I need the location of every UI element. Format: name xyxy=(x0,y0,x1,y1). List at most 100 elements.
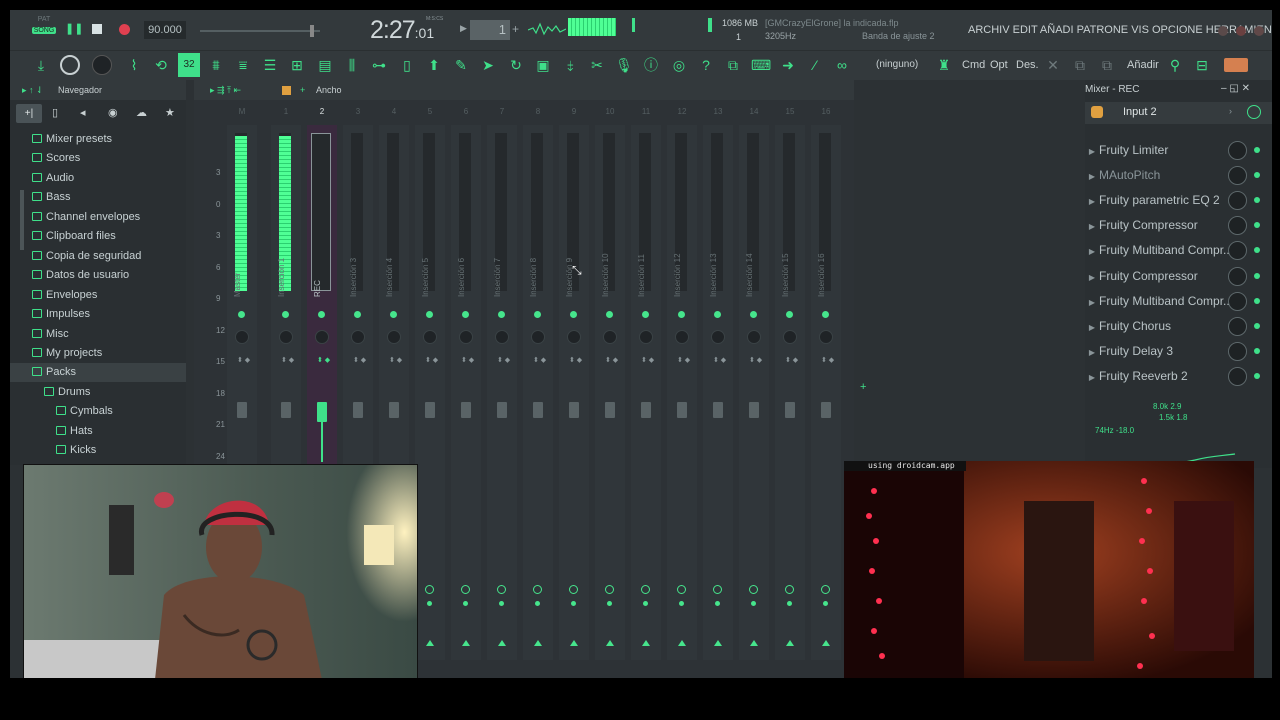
mixer-strip[interactable]: 8 Inserción 8 ⬍ ◆ xyxy=(521,107,555,665)
route-indicator[interactable] xyxy=(641,585,650,594)
browser-item[interactable]: Hats xyxy=(10,422,186,441)
browser-item[interactable]: Envelopes xyxy=(10,286,186,305)
strip-enable-led[interactable] xyxy=(390,311,397,318)
mixer-strip[interactable]: 9 Inserción 9 ⬍ ◆ xyxy=(557,107,591,665)
fx-enable-led[interactable] xyxy=(1254,222,1260,229)
strip-enable-led[interactable] xyxy=(750,311,757,318)
stereo-swap-icon[interactable]: ⬍ ◆ xyxy=(389,357,402,365)
volume-fader[interactable] xyxy=(353,402,363,418)
pan-knob[interactable] xyxy=(675,330,689,344)
paste-icon[interactable]: ⧉ xyxy=(1098,56,1116,74)
fx-enable-led[interactable] xyxy=(1254,172,1260,179)
pan-knob[interactable] xyxy=(531,330,545,344)
send-arrow-icon[interactable] xyxy=(426,640,434,646)
slot-expand-icon[interactable]: ▶ xyxy=(1085,340,1099,365)
minimize-icon[interactable] xyxy=(1218,26,1228,36)
fx-mix-knob[interactable] xyxy=(1228,291,1247,311)
browser-item[interactable]: Channel envelopes xyxy=(10,208,186,227)
route-indicator[interactable] xyxy=(677,585,686,594)
strip-enable-led[interactable] xyxy=(714,311,721,318)
volume-fader[interactable] xyxy=(237,402,247,418)
volume-fader[interactable] xyxy=(569,402,579,418)
input-selector[interactable]: Input 2 › xyxy=(1085,102,1272,124)
mixer-color-icon[interactable] xyxy=(282,86,291,95)
pattern-selector[interactable]: 1 xyxy=(470,20,510,40)
volume-fader[interactable] xyxy=(533,402,543,418)
pan-knob[interactable] xyxy=(783,330,797,344)
mixer-strip[interactable]: 10 Inserción 10 ⬍ ◆ xyxy=(593,107,627,665)
fx-enable-led[interactable] xyxy=(1254,372,1260,379)
fx-enable-led[interactable] xyxy=(1254,197,1260,204)
send-arrow-icon[interactable] xyxy=(498,640,506,646)
plugin-icon[interactable]: ⬆ xyxy=(425,56,443,74)
color-swatch-icon[interactable] xyxy=(1224,58,1248,72)
fx-enable-led[interactable] xyxy=(1254,272,1260,279)
piano-roll-icon[interactable]: ⊞ xyxy=(288,56,306,74)
fx-mix-knob[interactable] xyxy=(1228,141,1247,160)
add-button[interactable]: Añadir xyxy=(1127,59,1159,71)
route-indicator[interactable] xyxy=(785,585,794,594)
slot-expand-icon[interactable]: ▶ xyxy=(1085,239,1099,264)
play-pause-button[interactable]: ❚❚ xyxy=(65,22,83,38)
fx-slot[interactable]: ▶ Fruity Reeverb 2 xyxy=(1085,364,1272,389)
stamp-icon[interactable]: ♜ xyxy=(935,56,953,74)
download-icon[interactable]: ⤓ xyxy=(32,56,50,74)
opt-button[interactable]: Opt xyxy=(990,59,1008,71)
browser-item[interactable]: Audio xyxy=(10,169,186,188)
pattern-prev-icon[interactable]: ▶ xyxy=(460,23,467,34)
copy-icon[interactable]: ⧉ xyxy=(1071,56,1089,74)
fx-slot[interactable]: ▶ Fruity Compressor xyxy=(1085,213,1272,238)
volume-fader[interactable] xyxy=(425,402,435,418)
typing-keyboard-icon[interactable]: ⩸ xyxy=(234,56,252,74)
volume-fader[interactable] xyxy=(749,402,759,418)
save-icon[interactable]: ▣ xyxy=(534,56,552,74)
browser-item[interactable]: Packs xyxy=(10,363,186,383)
route-indicator[interactable] xyxy=(569,585,578,594)
fx-slot[interactable]: ▶ Fruity Chorus xyxy=(1085,314,1272,339)
close-icon[interactable] xyxy=(1254,26,1264,36)
strip-enable-led[interactable] xyxy=(642,311,649,318)
volume-fader[interactable] xyxy=(389,402,399,418)
stereo-swap-icon[interactable]: ⬍ ◆ xyxy=(821,357,834,365)
pat-song-switch[interactable]: PAT SONG xyxy=(32,16,56,44)
send-arrow-icon[interactable] xyxy=(822,640,830,646)
fx-mix-knob[interactable] xyxy=(1228,216,1247,236)
fx-enable-led[interactable] xyxy=(1254,322,1260,329)
channel-rack-icon[interactable]: ▤ xyxy=(316,56,334,74)
pattern-add-icon[interactable]: + xyxy=(512,22,519,36)
send-arrow-icon[interactable] xyxy=(750,640,758,646)
browser-star-icon[interactable]: ★ xyxy=(165,106,175,119)
pan-knob[interactable] xyxy=(567,330,581,344)
fx-mix-knob[interactable] xyxy=(1228,241,1247,261)
volume-fader[interactable] xyxy=(317,402,327,422)
send-arrow-icon[interactable] xyxy=(642,640,650,646)
rack-window-controls[interactable]: – ◱ ✕ xyxy=(1221,83,1250,94)
input-clock-icon[interactable] xyxy=(1247,105,1261,119)
fx-enable-led[interactable] xyxy=(1254,247,1260,254)
mixer-width-label[interactable]: Ancho xyxy=(316,80,342,100)
info-icon[interactable]: ⓘ xyxy=(642,56,660,74)
fx-slot[interactable]: ▶ Fruity Compressor xyxy=(1085,264,1272,289)
volume-fader[interactable] xyxy=(821,402,831,418)
metronome-knob-icon[interactable] xyxy=(60,55,80,75)
cut-icon[interactable]: ✂ xyxy=(588,56,606,74)
mixer-strip[interactable]: 14 Inserción 14 ⬍ ◆ xyxy=(737,107,771,665)
pan-knob[interactable] xyxy=(279,330,293,344)
stereo-swap-icon[interactable]: ⬍ ◆ xyxy=(749,357,762,365)
browser-arrows-icon[interactable]: ▸ ↑ ⇃ xyxy=(22,80,44,100)
strip-enable-led[interactable] xyxy=(822,311,829,318)
browser-item[interactable]: Kicks xyxy=(10,441,186,460)
strip-enable-led[interactable] xyxy=(606,311,613,318)
volume-fader[interactable] xyxy=(497,402,507,418)
volume-fader[interactable] xyxy=(677,402,687,418)
strip-enable-led[interactable] xyxy=(534,311,541,318)
send-arrow-icon[interactable] xyxy=(570,640,578,646)
fx-mix-knob[interactable] xyxy=(1228,341,1247,361)
browser-item[interactable]: Mixer presets xyxy=(10,130,186,149)
wave-icon[interactable]: ⌇ xyxy=(125,56,143,74)
link-icon[interactable]: ∞ xyxy=(833,56,851,74)
browser-files-icon[interactable]: ▯ xyxy=(52,106,58,119)
fx-slot[interactable]: ▶ Fruity Multiband Compr... xyxy=(1085,238,1272,263)
strip-enable-led[interactable] xyxy=(282,311,289,318)
stereo-swap-icon[interactable]: ⬍ ◆ xyxy=(461,357,474,365)
